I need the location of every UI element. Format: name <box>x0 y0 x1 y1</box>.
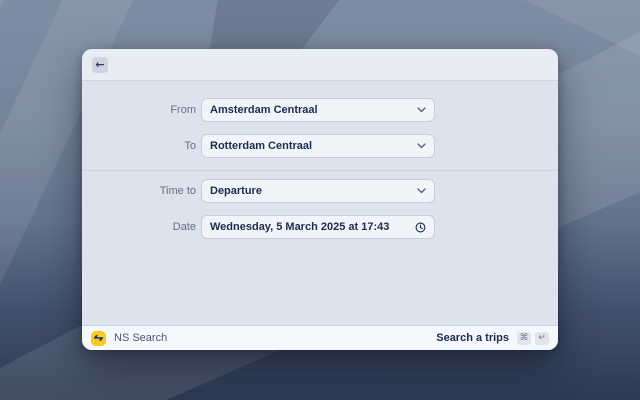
action-label: Search a trips <box>436 332 509 344</box>
ns-logo-icon <box>91 331 106 346</box>
form-row-time-to: Time to Departure <box>82 179 558 203</box>
to-label: To <box>82 140 196 152</box>
window-footer: NS Search Search a trips ⌘ ↵ <box>82 325 558 350</box>
app-name: NS Search <box>114 332 167 344</box>
chevron-down-icon <box>417 188 426 194</box>
time-to-dropdown[interactable]: Departure <box>201 179 435 203</box>
from-label: From <box>82 104 196 116</box>
clock-icon <box>415 222 426 233</box>
from-dropdown[interactable]: Amsterdam Centraal <box>201 98 435 122</box>
back-arrow-icon: ← <box>95 59 104 70</box>
form-row-to: To Rotterdam Centraal <box>82 134 558 158</box>
chevron-down-icon <box>417 143 426 149</box>
date-value: Wednesday, 5 March 2025 at 17:43 <box>210 221 415 233</box>
trip-form: From Amsterdam Centraal To Rotterdam Cen… <box>82 81 558 325</box>
search-a-trips-action[interactable]: Search a trips ⌘ ↵ <box>436 332 549 345</box>
form-row-date: Date Wednesday, 5 March 2025 at 17:43 <box>82 215 558 239</box>
ns-search-window: ← From Amsterdam Centraal To Rotterdam C… <box>82 49 558 350</box>
to-value: Rotterdam Centraal <box>210 140 417 152</box>
time-to-label: Time to <box>82 185 196 197</box>
form-row-from: From Amsterdam Centraal <box>82 98 558 122</box>
chevron-down-icon <box>417 107 426 113</box>
desktop: ← From Amsterdam Centraal To Rotterdam C… <box>0 0 640 400</box>
window-header: ← <box>82 49 558 81</box>
form-section-divider <box>82 170 558 171</box>
date-picker[interactable]: Wednesday, 5 March 2025 at 17:43 <box>201 215 435 239</box>
return-key-icon: ↵ <box>535 332 549 345</box>
command-key-icon: ⌘ <box>517 332 531 345</box>
back-button[interactable]: ← <box>92 57 108 73</box>
date-label: Date <box>82 221 196 233</box>
from-value: Amsterdam Centraal <box>210 104 417 116</box>
to-dropdown[interactable]: Rotterdam Centraal <box>201 134 435 158</box>
time-to-value: Departure <box>210 185 417 197</box>
